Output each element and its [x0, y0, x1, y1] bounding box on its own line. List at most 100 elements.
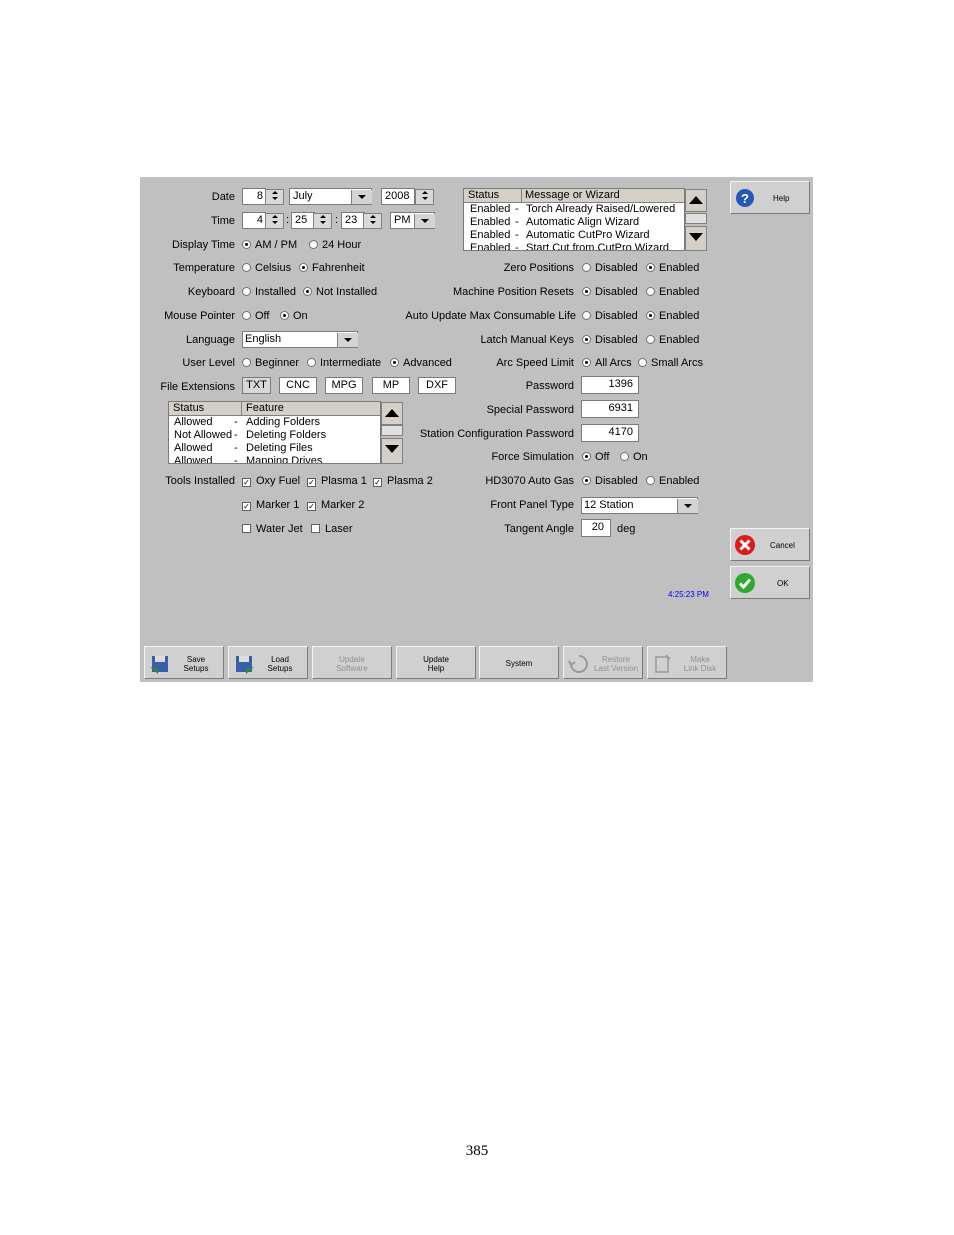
front-panel-dropdown-icon[interactable]: [677, 499, 698, 513]
radio-icon[interactable]: [646, 335, 655, 344]
radio-icon[interactable]: [242, 240, 251, 249]
radio-icon[interactable]: [582, 311, 591, 320]
list-item[interactable]: Enabled: [470, 228, 510, 242]
special-password-label: Special Password: [486, 404, 574, 416]
radio-icon[interactable]: [646, 263, 655, 272]
wizards-scroll-down-icon[interactable]: [685, 226, 707, 251]
latch-keys-enabled[interactable]: Enabled: [646, 333, 699, 347]
tool-marker-1[interactable]: ✓ Marker 1: [242, 498, 299, 512]
mouse-pointer-on[interactable]: On: [280, 309, 308, 323]
wizards-scroll-up-icon[interactable]: [685, 189, 707, 212]
display-time-ampm[interactable]: AM / PM: [242, 238, 297, 252]
radio-icon[interactable]: [582, 263, 591, 272]
ampm-dropdown-icon[interactable]: [414, 214, 435, 228]
radio-icon[interactable]: [582, 358, 591, 367]
radio-icon[interactable]: [646, 476, 655, 485]
ok-button[interactable]: OK: [730, 566, 810, 599]
list-item[interactable]: Allowed: [174, 441, 213, 455]
latch-keys-disabled[interactable]: Disabled: [582, 333, 638, 347]
zero-positions-enabled[interactable]: Enabled: [646, 261, 699, 275]
system-button[interactable]: System: [479, 646, 559, 679]
checkbox-checked-icon[interactable]: ✓: [242, 502, 251, 511]
year-spinner[interactable]: [415, 189, 434, 205]
hour-spinner[interactable]: [265, 213, 284, 229]
arc-speed-all[interactable]: All Arcs: [582, 356, 632, 370]
month-dropdown-icon[interactable]: [351, 190, 372, 204]
list-item[interactable]: Enabled: [470, 202, 510, 216]
cancel-button[interactable]: Cancel: [730, 528, 810, 561]
radio-icon[interactable]: [582, 452, 591, 461]
hd3070-disabled[interactable]: Disabled: [582, 474, 638, 488]
radio-icon[interactable]: [582, 287, 591, 296]
list-item[interactable]: Allowed: [174, 415, 213, 429]
hd3070-enabled[interactable]: Enabled: [646, 474, 699, 488]
tool-oxy-fuel[interactable]: ✓ Oxy Fuel: [242, 474, 300, 488]
restore-label-1: Restore: [601, 655, 630, 664]
radio-icon[interactable]: [309, 240, 318, 249]
station-password-field[interactable]: 4170: [581, 424, 639, 442]
checkbox-checked-icon[interactable]: ✓: [307, 478, 316, 487]
auto-update-enabled[interactable]: Enabled: [646, 309, 699, 323]
machine-resets-disabled[interactable]: Disabled: [582, 285, 638, 299]
year-field[interactable]: 2008: [381, 188, 415, 205]
hour-field[interactable]: 4: [242, 212, 266, 229]
load-setups-button[interactable]: Load Setups: [228, 646, 308, 679]
help-button[interactable]: ? Help: [730, 181, 810, 214]
radio-icon[interactable]: [303, 287, 312, 296]
radio-icon[interactable]: [299, 263, 308, 272]
radio-icon[interactable]: [646, 287, 655, 296]
zero-positions-disabled[interactable]: Disabled: [582, 261, 638, 275]
mouse-pointer-off[interactable]: Off: [242, 309, 269, 323]
special-password-field[interactable]: 6931: [581, 400, 639, 418]
radio-icon[interactable]: [638, 358, 647, 367]
file-ext-cnc[interactable]: CNC: [279, 377, 317, 394]
second-field[interactable]: 23: [341, 212, 365, 229]
minute-spinner[interactable]: [313, 213, 332, 229]
update-software-button[interactable]: Update Software: [312, 646, 392, 679]
day-spinner[interactable]: [265, 189, 284, 205]
radio-icon[interactable]: [242, 311, 251, 320]
radio-icon[interactable]: [620, 452, 629, 461]
file-ext-txt[interactable]: TXT: [242, 377, 271, 394]
checkbox-checked-icon[interactable]: ✓: [307, 502, 316, 511]
radio-icon[interactable]: [242, 287, 251, 296]
restore-last-version-button[interactable]: Restore Last Version: [563, 646, 643, 679]
make-link-disk-button[interactable]: Make Link Disk: [647, 646, 727, 679]
tool-water-jet[interactable]: Water Jet: [242, 522, 303, 536]
radio-icon[interactable]: [582, 335, 591, 344]
list-item[interactable]: Enabled: [470, 215, 510, 229]
arc-speed-small[interactable]: Small Arcs: [638, 356, 703, 370]
auto-update-disabled[interactable]: Disabled: [582, 309, 638, 323]
temperature-celsius[interactable]: Celsius: [242, 261, 291, 275]
tangent-angle-field[interactable]: 20: [581, 519, 611, 537]
second-spinner[interactable]: [363, 213, 382, 229]
day-field[interactable]: 8: [242, 188, 266, 205]
radio-icon[interactable]: [242, 263, 251, 272]
save-setups-button[interactable]: Save Setups: [144, 646, 224, 679]
list-item[interactable]: Allowed: [174, 454, 213, 463]
display-time-24h[interactable]: 24 Hour: [309, 238, 361, 252]
radio-icon[interactable]: [646, 311, 655, 320]
radio-icon[interactable]: [280, 311, 289, 320]
radio-icon[interactable]: [307, 358, 316, 367]
update-help-button[interactable]: Update Help: [396, 646, 476, 679]
list-item[interactable]: Not Allowed: [174, 428, 232, 442]
checkbox-icon[interactable]: [311, 524, 320, 533]
wizards-scroll-thumb[interactable]: [685, 213, 707, 224]
ampm-value: PM: [394, 214, 411, 226]
force-simulation-off[interactable]: Off: [582, 450, 609, 464]
machine-resets-enabled[interactable]: Enabled: [646, 285, 699, 299]
clock: 4:25:23 PM: [668, 590, 709, 599]
list-item[interactable]: Enabled: [470, 241, 510, 250]
machine-resets-label: Machine Position Resets: [452, 286, 574, 298]
keyboard-installed[interactable]: Installed: [242, 285, 296, 299]
force-simulation-on[interactable]: On: [620, 450, 648, 464]
radio-icon[interactable]: [242, 358, 251, 367]
checkbox-icon[interactable]: [242, 524, 251, 533]
checkbox-checked-icon[interactable]: ✓: [242, 478, 251, 487]
user-level-beginner[interactable]: Beginner: [242, 356, 299, 370]
minute-field[interactable]: 25: [291, 212, 315, 229]
password-field[interactable]: 1396: [581, 376, 639, 394]
radio-icon[interactable]: [582, 476, 591, 485]
wizards-list[interactable]: Status Message or Wizard Enabled - Torch…: [463, 188, 685, 251]
